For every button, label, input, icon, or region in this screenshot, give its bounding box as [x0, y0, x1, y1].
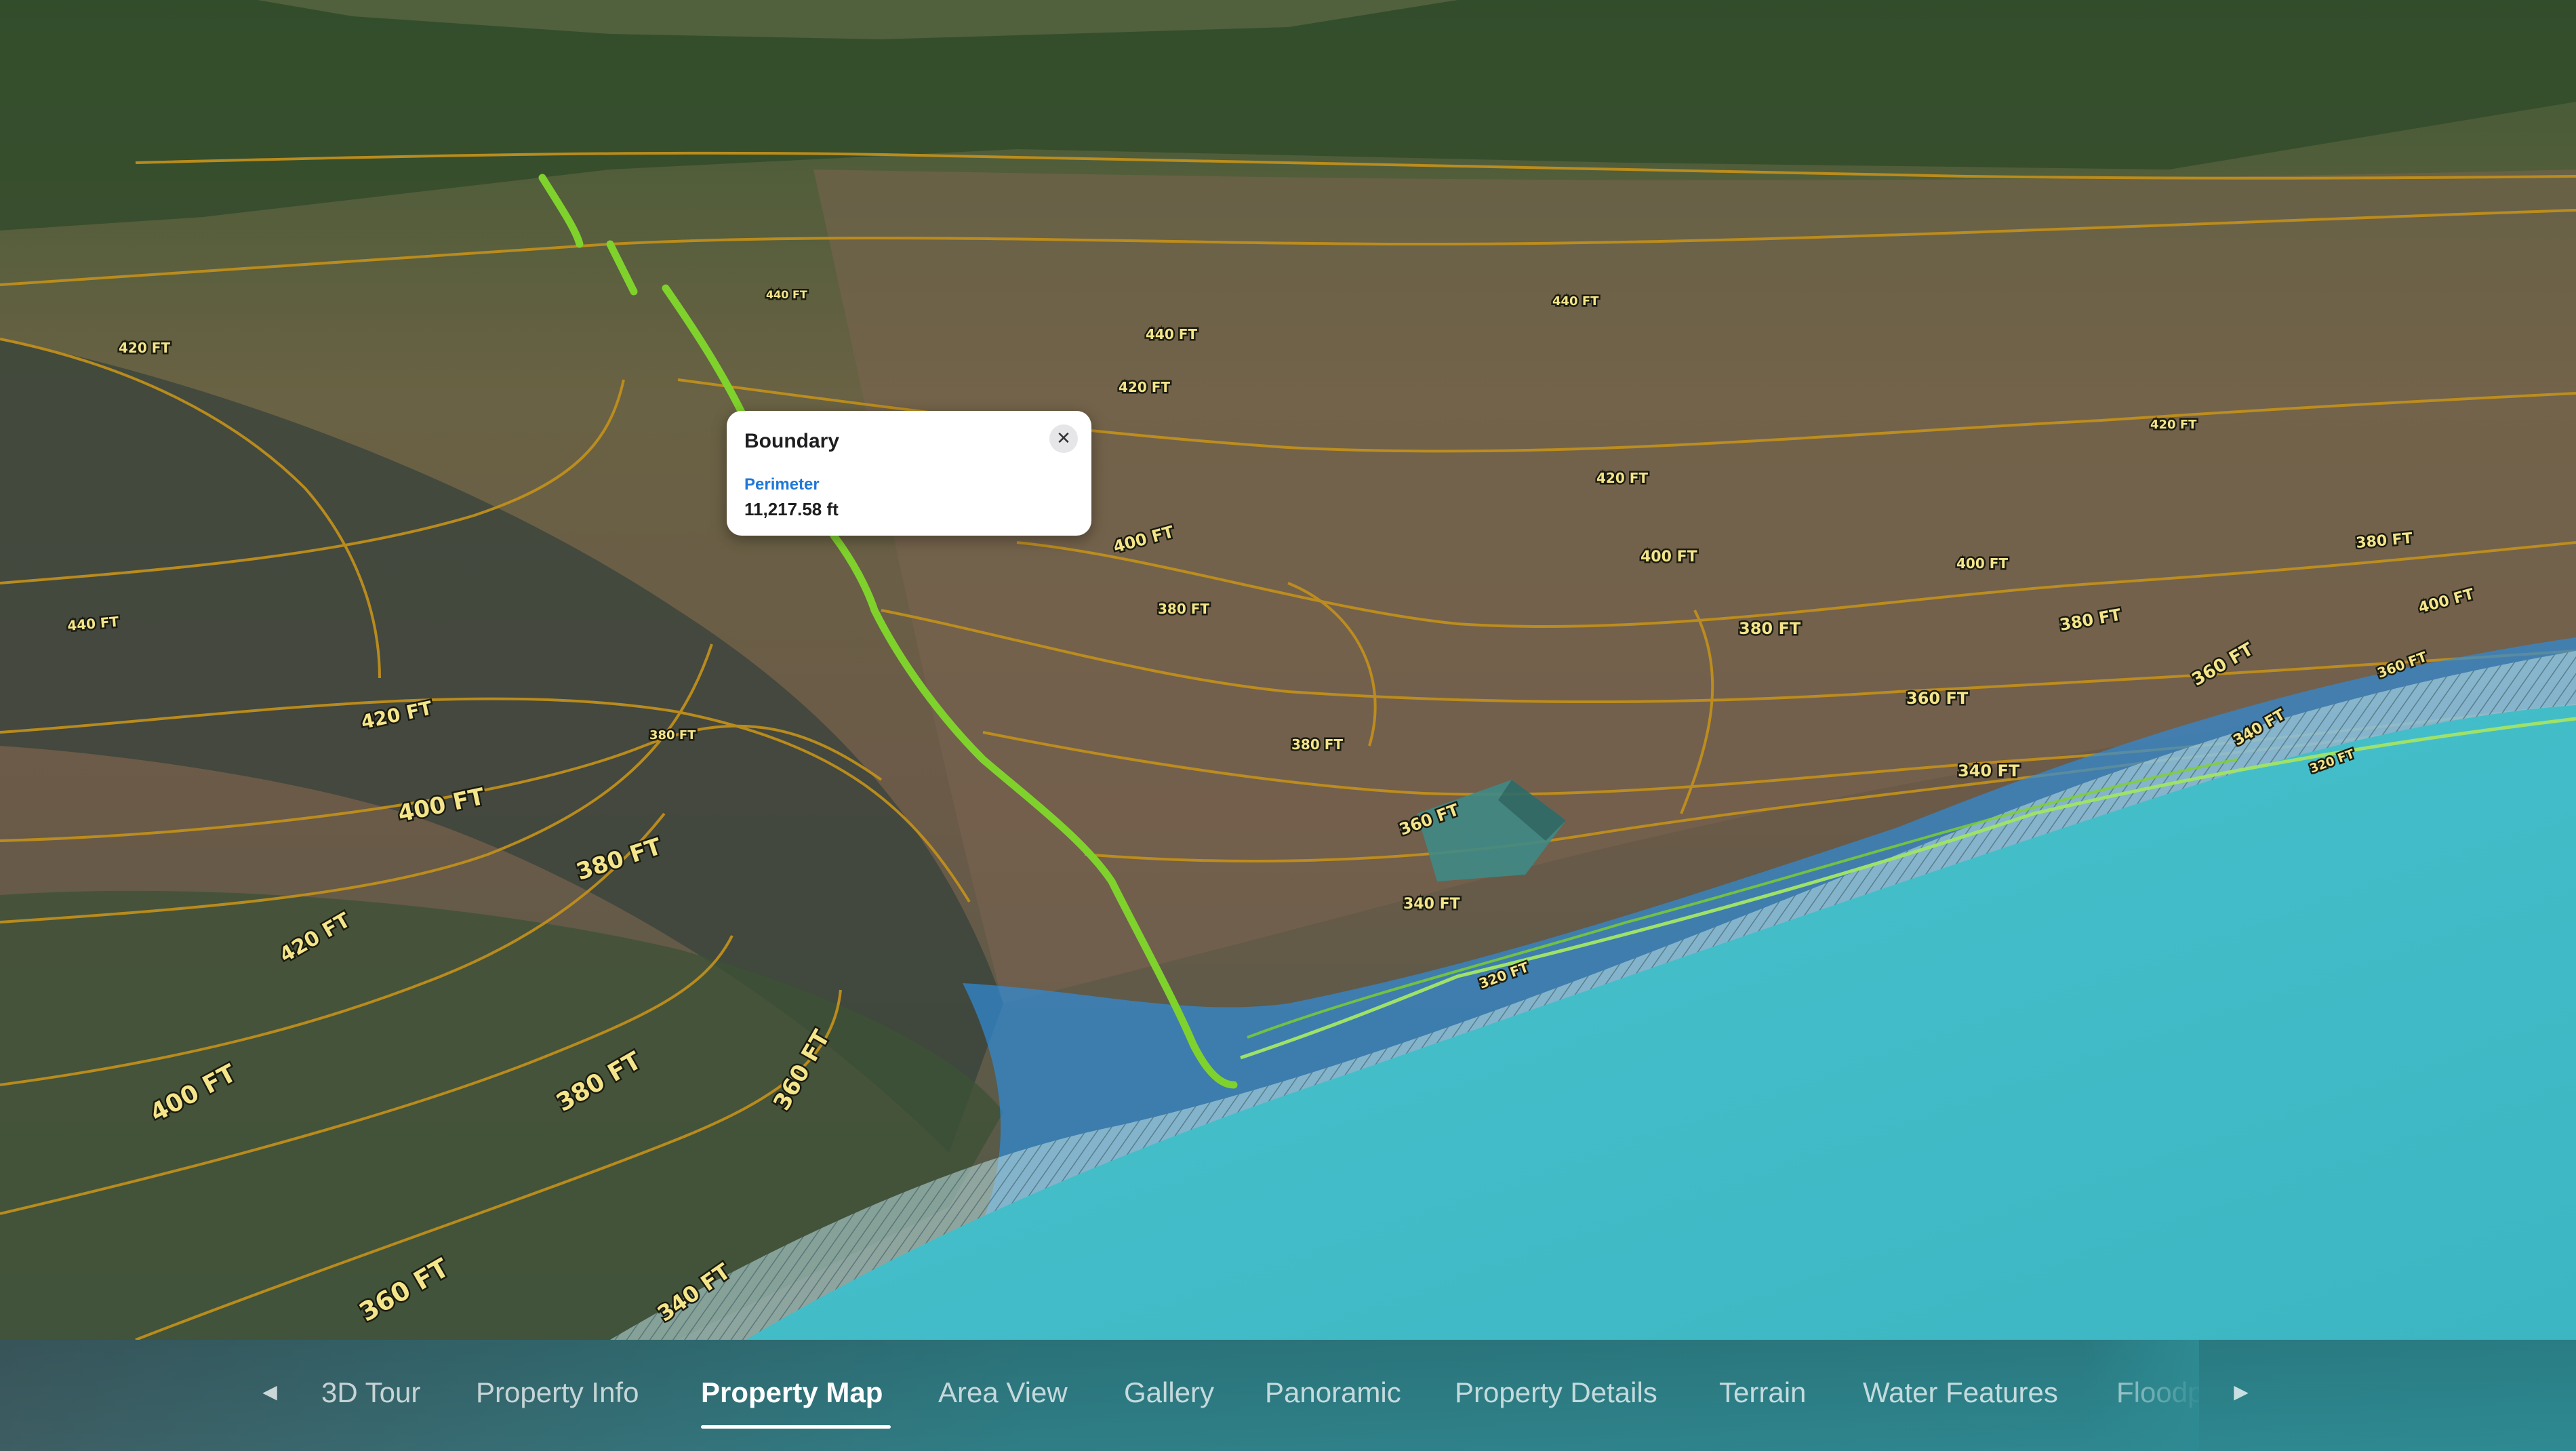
terrain-map[interactable]: 400 FT 380 FT 420 FT 420 FT 400 FT 380 FT 360 …: [0, 0, 2576, 1340]
contour-label: 380 FT: [1158, 601, 1209, 617]
boundary-popup: Boundary ✕ Perimeter 11,217.58 ft: [727, 411, 1091, 536]
contour-label: 380 FT: [1291, 736, 1343, 753]
contour-label: 360 FT: [1906, 689, 1969, 708]
contour-label: 440 FT: [766, 288, 807, 301]
chevron-right-icon[interactable]: ▶: [2221, 1371, 2261, 1412]
tab-property-info[interactable]: Property Info: [476, 1372, 639, 1413]
tab-water-features[interactable]: Water Features: [1863, 1372, 2058, 1413]
tabs-fade: [2084, 1340, 2199, 1451]
contour-label: 420 FT: [1596, 470, 1648, 486]
contour-label: 380 FT: [1739, 619, 1801, 638]
tab-terrain[interactable]: Terrain: [1719, 1372, 1806, 1413]
map-view[interactable]: 400 FT 380 FT 420 FT 420 FT 400 FT 380 FT 360 …: [0, 0, 2576, 1340]
tab-property-map[interactable]: Property Map: [701, 1372, 883, 1413]
chevron-left-icon[interactable]: ◀: [249, 1371, 290, 1412]
contour-label: 420 FT: [2150, 418, 2197, 432]
nav-tabs: 3D Tour Property Info Property Map Area Vie…: [321, 1340, 2199, 1451]
contour-label: 440 FT: [1552, 294, 1599, 309]
contour-label: 340 FT: [1403, 896, 1460, 913]
contour-label: 400 FT: [1956, 555, 2008, 572]
active-tab-underline: [701, 1425, 891, 1429]
bottom-navigation: ◀ 3D Tour Property Info Property Map Area V…: [0, 1340, 2576, 1451]
tab-panoramic[interactable]: Panoramic: [1265, 1372, 1401, 1413]
tab-property-details[interactable]: Property Details: [1455, 1372, 1657, 1413]
tab-gallery[interactable]: Gallery: [1124, 1372, 1214, 1413]
perimeter-value: 11,217.58 ft: [744, 499, 839, 519]
contour-label: 340 FT: [1958, 761, 2020, 780]
contour-label: 400 FT: [1641, 549, 1697, 565]
contour-label: 380 FT: [649, 728, 696, 742]
perimeter-label: Perimeter: [744, 475, 820, 494]
tab-area-view[interactable]: Area View: [938, 1372, 1068, 1413]
close-icon[interactable]: ✕: [1049, 424, 1078, 453]
contour-label: 420 FT: [119, 340, 170, 356]
contour-label: 440 FT: [1146, 326, 1197, 342]
contour-label: 420 FT: [1119, 379, 1170, 395]
tab-3d-tour[interactable]: 3D Tour: [321, 1372, 420, 1413]
popup-title: Boundary: [744, 430, 840, 452]
